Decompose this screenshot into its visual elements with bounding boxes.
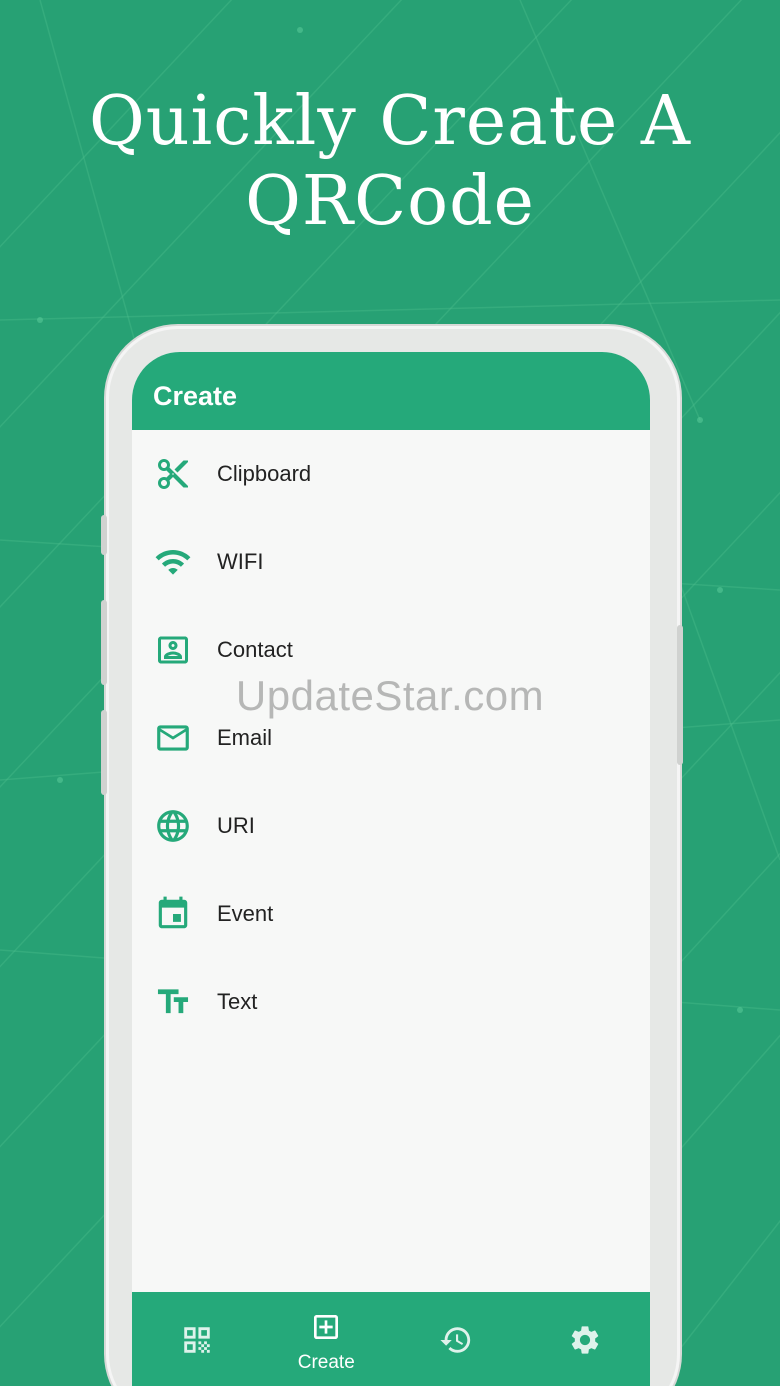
menu-item-label: Contact (217, 637, 293, 662)
phone-side-button (101, 515, 107, 555)
nav-history[interactable] (391, 1292, 521, 1386)
text-size-icon (154, 983, 192, 1021)
bottom-navigation: Create (132, 1292, 650, 1386)
menu-item-label: Event (217, 901, 274, 926)
nav-create[interactable]: Create (262, 1292, 392, 1386)
contact-card-icon (154, 631, 192, 669)
app-bar: Create (132, 352, 650, 430)
headline-line-1: Quickly Create A (89, 82, 691, 161)
menu-item-label: Clipboard (217, 461, 312, 486)
calendar-icon (154, 895, 192, 933)
envelope-icon (154, 719, 192, 757)
history-icon (439, 1323, 473, 1362)
menu-item-label: Text (217, 989, 258, 1014)
menu-item-label: URI (217, 813, 255, 838)
menu-item-wifi[interactable]: WIFI (132, 518, 650, 606)
menu-item-label: Email (217, 725, 273, 750)
menu-item-uri[interactable]: URI (132, 782, 650, 870)
watermark: UpdateStar.com (235, 672, 545, 719)
menu-item-label: WIFI (217, 549, 264, 574)
headline-line-2: QRCode (245, 162, 535, 241)
nav-scan[interactable] (132, 1292, 262, 1386)
scissors-icon (154, 455, 192, 493)
app-screen: Create Clipboard WIFI Contact Email URI … (132, 352, 650, 1386)
gear-icon (568, 1323, 602, 1362)
phone-side-button (101, 710, 107, 795)
qr-scan-icon (180, 1323, 214, 1362)
create-menu: Clipboard WIFI Contact Email URI Event T… (132, 430, 650, 1046)
menu-item-text[interactable]: Text (132, 958, 650, 1046)
nav-settings[interactable] (521, 1292, 651, 1386)
plus-box-icon (310, 1311, 342, 1348)
wifi-icon (154, 543, 192, 581)
menu-item-clipboard[interactable]: Clipboard (132, 430, 650, 518)
app-bar-title: Create (153, 380, 238, 411)
globe-icon (154, 807, 192, 845)
nav-create-label: Create (297, 1351, 355, 1373)
promo-headline: Quickly Create A QRCode (0, 82, 780, 242)
menu-item-event[interactable]: Event (132, 870, 650, 958)
